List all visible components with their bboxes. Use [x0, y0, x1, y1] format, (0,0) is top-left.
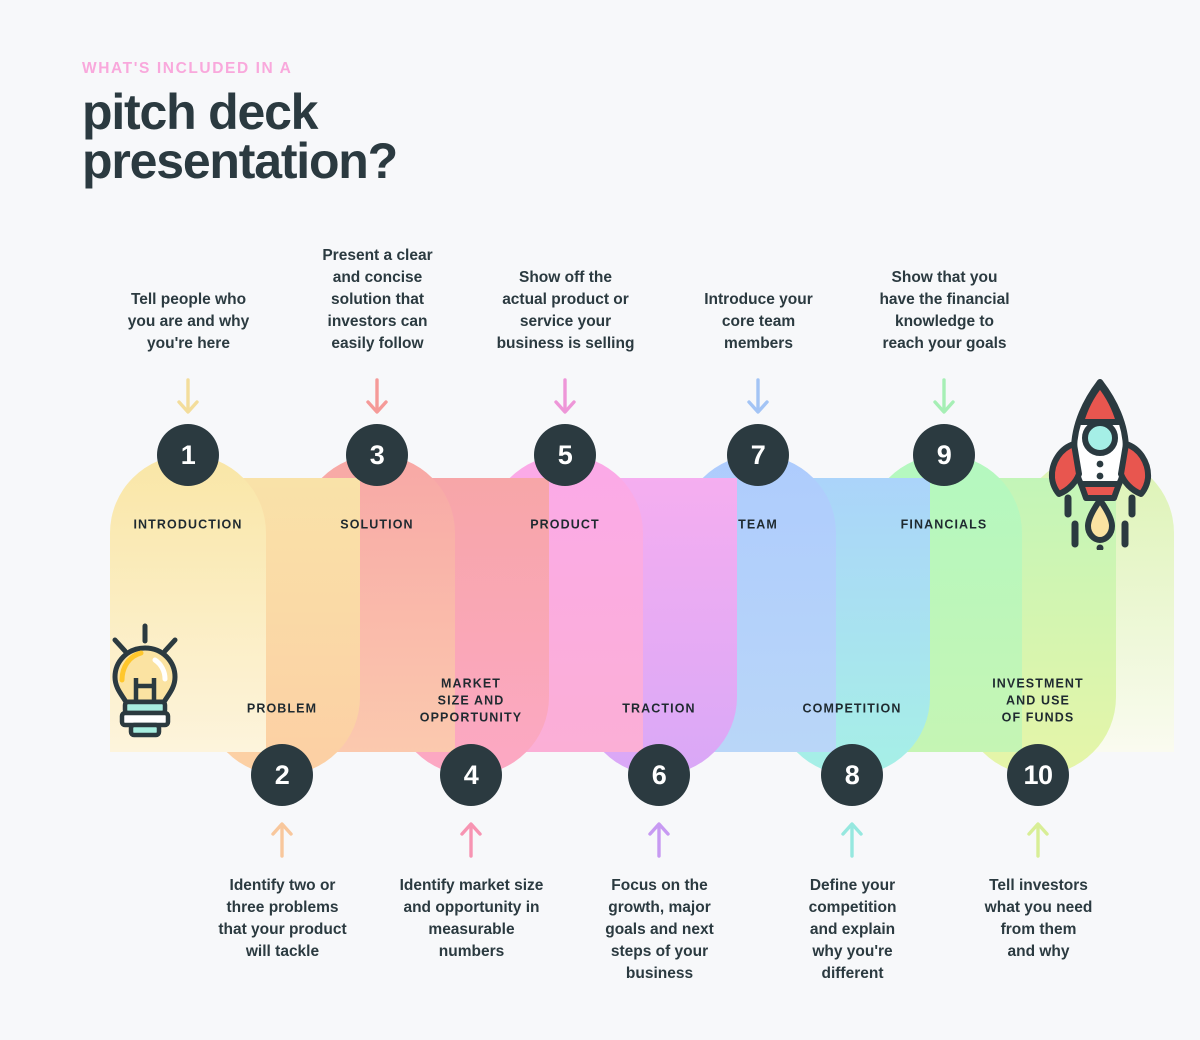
description-line: you're here	[147, 335, 230, 352]
description-line: Show off the	[519, 269, 612, 286]
arrow-step-5	[552, 378, 578, 423]
step-label-6: TRACTION	[622, 701, 696, 716]
step-description-3: Present a clear and concise solution that i…	[290, 245, 465, 355]
step-description-5: Show off the actual product or service you…	[478, 267, 653, 355]
step-description-7: Introduce your core team members	[671, 289, 846, 355]
description-line: Identify market size	[399, 877, 544, 894]
step-number-4[interactable]: 4	[440, 744, 502, 806]
description-line: you are and why	[127, 313, 250, 330]
step-label-3: SOLUTION	[340, 517, 414, 532]
arrow-step-1	[175, 378, 201, 423]
description-line: have the financial	[879, 291, 1010, 308]
description-line: Show that you	[891, 269, 998, 286]
description-line: Define your	[809, 877, 896, 894]
description-line: why you're	[812, 943, 893, 960]
description-line: Tell investors	[989, 877, 1088, 894]
description-line: solution that	[331, 291, 424, 308]
step-description-9: Show that you have the financial knowledge…	[857, 267, 1032, 355]
step-label-4: MARKET SIZE AND OPPORTUNITY	[419, 676, 523, 725]
arrow-step-9	[931, 378, 957, 423]
description-line: investors can	[327, 313, 428, 330]
step-description-1: Tell people who you are and why you're her…	[101, 289, 276, 355]
description-line: growth, major	[608, 899, 711, 916]
description-line: members	[724, 335, 793, 352]
description-line: and explain	[809, 921, 896, 938]
diagram-stage: 1 INTRODUCTION Tell people who you are and …	[0, 0, 1200, 1040]
description-line: measurable	[428, 921, 515, 938]
step-label-2: PROBLEM	[246, 701, 318, 716]
step-label-8: COMPETITION	[802, 701, 902, 716]
step-description-10: Tell investors what you need from them and …	[951, 875, 1126, 963]
description-line: what you need	[984, 899, 1093, 916]
lightbulb-icon	[103, 622, 187, 745]
step-label-9: FINANCIALS	[900, 517, 988, 532]
step-description-6: Focus on the growth, major goals and next s…	[572, 875, 747, 985]
description-line: three problems	[226, 899, 339, 916]
description-line: easily follow	[331, 335, 424, 352]
description-line: business	[625, 965, 694, 982]
description-line: different	[821, 965, 884, 982]
description-line: from them	[1000, 921, 1077, 938]
description-line: service your	[519, 313, 612, 330]
step-number-9[interactable]: 9	[913, 424, 975, 486]
description-line: steps of your	[610, 943, 709, 960]
arrow-step-2	[269, 818, 295, 863]
arrow-step-4	[458, 818, 484, 863]
description-line: business is selling	[496, 335, 635, 352]
description-line: goals and next	[605, 921, 714, 938]
description-line: Introduce your	[704, 291, 813, 308]
step-label-5: PRODUCT	[530, 517, 600, 532]
step-number-1[interactable]: 1	[157, 424, 219, 486]
step-label-7: TEAM	[738, 517, 778, 532]
description-line: that your product	[218, 921, 347, 938]
description-line: and why	[1007, 943, 1070, 960]
step-number-10[interactable]: 10	[1007, 744, 1069, 806]
arrow-step-6	[646, 818, 672, 863]
step-description-8: Define your competition and explain why you…	[765, 875, 940, 985]
step-number-8[interactable]: 8	[821, 744, 883, 806]
arrow-step-10	[1025, 818, 1051, 863]
step-description-2: Identify two or three problems that your p…	[195, 875, 370, 963]
rocket-icon	[1031, 372, 1169, 555]
description-line: knowledge to	[894, 313, 995, 330]
description-line: Present a clear	[322, 247, 433, 264]
arrow-step-3	[364, 378, 390, 423]
description-line: Identify two or	[229, 877, 336, 894]
infographic-root: WHAT'S INCLUDED IN A pitch deck presenta…	[0, 0, 1200, 1040]
description-line: Tell people who	[130, 291, 247, 308]
description-line: numbers	[438, 943, 505, 960]
description-line: actual product or	[502, 291, 629, 308]
arrow-step-7	[745, 378, 771, 423]
description-line: Focus on the	[611, 877, 708, 894]
description-line: and concise	[332, 269, 423, 286]
description-line: will tackle	[245, 943, 320, 960]
step-number-5[interactable]: 5	[534, 424, 596, 486]
description-line: core team	[721, 313, 796, 330]
description-line: and opportunity in	[403, 899, 540, 916]
step-label-10: INVESTMENT AND USE OF FUNDS	[992, 676, 1084, 725]
description-line: competition	[808, 899, 897, 916]
step-number-6[interactable]: 6	[628, 744, 690, 806]
step-number-7[interactable]: 7	[727, 424, 789, 486]
arrow-step-8	[839, 818, 865, 863]
description-line: reach your goals	[882, 335, 1007, 352]
step-number-2[interactable]: 2	[251, 744, 313, 806]
step-label-1: INTRODUCTION	[133, 517, 243, 532]
step-number-3[interactable]: 3	[346, 424, 408, 486]
step-description-4: Identify market size and opportunity in me…	[384, 875, 559, 963]
